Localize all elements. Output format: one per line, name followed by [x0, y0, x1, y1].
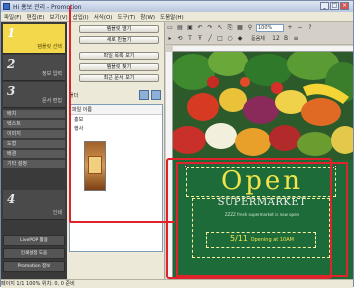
step-label: 문서 편집: [42, 98, 62, 104]
help-icon[interactable]: ?: [306, 24, 314, 32]
step-3[interactable]: 3 문서 편집: [3, 82, 65, 108]
step-1[interactable]: 1 템플릿 선택: [3, 24, 65, 54]
paste-icon[interactable]: ▦: [236, 24, 244, 32]
menu-bar: 파일(F) 편집(E) 보기(V) 삽입(I) 서식(O) 도구(T) 창(W)…: [1, 12, 353, 22]
undo-icon[interactable]: ↶: [196, 24, 204, 32]
align-icon[interactable]: ≡: [292, 35, 300, 43]
recent-docs-button[interactable]: 최근 문서 보기: [79, 74, 159, 82]
thumbnail-band: [88, 156, 102, 174]
minimize-button[interactable]: _: [320, 2, 329, 10]
step3-item[interactable]: 배치: [3, 110, 65, 119]
file-list-button[interactable]: 파일 목록 보기: [79, 52, 159, 60]
app-window: Hi 홍보 관리 - Promotion _ □ × 파일(F) 편집(E) 보…: [0, 0, 354, 288]
copy-icon[interactable]: ⎘: [226, 24, 234, 32]
highlight-frame: [166, 158, 332, 279]
font-size-select[interactable]: 12: [272, 35, 280, 43]
step-label: 인쇄: [52, 210, 62, 216]
font-select[interactable]: 돋움체: [246, 35, 270, 43]
menu-view[interactable]: 보기(V): [49, 13, 67, 21]
search-icon[interactable]: ⚲: [246, 24, 254, 32]
template-thumbnail[interactable]: [84, 141, 106, 191]
toolbar-standard: ▭ ▤ ▣ ↶ ↷ ↖ ⎘ ▦ ⚲ 100% + − ?: [166, 23, 353, 33]
step-number: 1: [7, 26, 16, 40]
menu-tools[interactable]: 도구(T): [117, 13, 135, 21]
save-icon[interactable]: ▣: [186, 24, 194, 32]
ellipse-icon[interactable]: ○: [226, 35, 234, 43]
close-button[interactable]: ×: [340, 2, 349, 10]
rect-icon[interactable]: □: [216, 35, 224, 43]
menu-file[interactable]: 파일(F): [4, 13, 22, 21]
step3-item[interactable]: 텍스트: [3, 120, 65, 129]
select-icon[interactable]: ▸: [166, 35, 174, 43]
find-template-button[interactable]: 템플릿 찾기: [79, 63, 159, 71]
redo-icon[interactable]: ↷: [206, 24, 214, 32]
highlight-connector: [69, 5, 77, 223]
step3-item[interactable]: 기타 설정: [3, 160, 65, 169]
menu-edit[interactable]: 편집(E): [27, 13, 45, 21]
text-icon[interactable]: T: [186, 35, 194, 43]
vertical-text-icon[interactable]: Ŧ: [196, 35, 204, 43]
fill-icon[interactable]: ◆: [236, 35, 244, 43]
pointer-icon[interactable]: ↖: [216, 24, 224, 32]
zoom-out-icon[interactable]: −: [296, 24, 304, 32]
step-panel: 1 템플릿 선택 2 정보 입력 3 문서 편집 배치 텍스트 이미지 도형 배…: [1, 22, 67, 279]
open-icon[interactable]: ▤: [176, 24, 184, 32]
toolbar-drawing: ▸ ⟲ T Ŧ ╱ □ ○ ◆ 돋움체 12 B ≡: [166, 34, 353, 45]
step-label: 정보 입력: [42, 71, 62, 77]
livepop-button[interactable]: LivePOP 활용: [3, 235, 65, 246]
bold-icon[interactable]: B: [282, 35, 290, 43]
step-number: 3: [7, 84, 16, 98]
rotate-icon[interactable]: ⟲: [176, 35, 184, 43]
list-item[interactable]: 행사: [70, 124, 162, 133]
menu-window[interactable]: 창(W): [140, 13, 155, 21]
title-bar: Hi 홍보 관리 - Promotion _ □ ×: [1, 1, 353, 12]
step-2[interactable]: 2 정보 입력: [3, 55, 65, 81]
maximize-button[interactable]: □: [330, 2, 339, 10]
step-label: 템플릿 선택: [37, 44, 62, 50]
list-item[interactable]: 홍보: [70, 115, 162, 124]
file-list[interactable]: 파일 이름 홍보 행사: [69, 104, 163, 252]
step3-item[interactable]: 배경: [3, 150, 65, 159]
step3-item[interactable]: 이미지: [3, 130, 65, 139]
step-4[interactable]: 4 인쇄: [3, 190, 65, 220]
step3-item[interactable]: 도형: [3, 140, 65, 149]
task-panel: 템플릿 열기 새로 만들기 파일 목록 보기 템플릿 찾기 최근 문서 보기 폴…: [67, 22, 165, 279]
view-toggle-button[interactable]: [151, 90, 161, 100]
print-help-button[interactable]: 인쇄설정 도움: [3, 248, 65, 259]
line-icon[interactable]: ╱: [206, 35, 214, 43]
highlight-connector: [69, 219, 175, 223]
info-button[interactable]: Promotion 정보: [3, 261, 65, 272]
menu-format[interactable]: 서식(O): [94, 13, 113, 21]
open-template-button[interactable]: 템플릿 열기: [79, 25, 159, 33]
new-icon[interactable]: ▭: [166, 24, 174, 32]
zoom-select[interactable]: 100%: [256, 24, 284, 32]
zoom-in-icon[interactable]: +: [286, 24, 294, 32]
app-icon: [3, 3, 10, 10]
list-header: 파일 이름: [70, 105, 162, 115]
vegetable-photo[interactable]: [173, 52, 353, 160]
view-toggle-button[interactable]: [139, 90, 149, 100]
step-number: 2: [7, 57, 16, 71]
step-number: 4: [7, 192, 16, 206]
menu-help[interactable]: 도움말(H): [160, 13, 184, 21]
new-button[interactable]: 새로 만들기: [79, 36, 159, 44]
